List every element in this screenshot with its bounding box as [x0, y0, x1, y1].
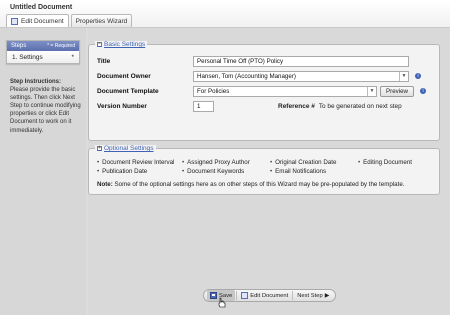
owner-label: Document Owner [97, 72, 151, 80]
main-content: − Basic Settings Title Personal Time Off… [88, 28, 450, 315]
arrow-right-icon: ▶ [324, 293, 330, 299]
list-item: Editing Document [358, 159, 438, 166]
optional-settings-panel: + Optional Settings Document Review Inte… [88, 145, 440, 195]
list-item: Publication Date [97, 168, 182, 175]
owner-row: Document Owner Hansen, Tom (Accounting M… [97, 70, 421, 82]
optional-settings-list: Document Review Interval Assigned Proxy … [97, 159, 437, 175]
step-label: 1. Settings [12, 53, 43, 61]
list-item: Assigned Proxy Author [182, 159, 270, 166]
collapse-icon[interactable]: − [97, 42, 102, 47]
basic-settings-panel: − Basic Settings Title Personal Time Off… [88, 41, 440, 141]
next-step-button[interactable]: Next Step ▶ [294, 290, 332, 301]
required-legend: * = Required [47, 43, 75, 49]
version-label: Version Number [97, 102, 147, 110]
info-icon[interactable]: i [420, 88, 427, 94]
steps-panel: Steps * = Required 1. Settings * [6, 40, 80, 64]
hand-cursor-icon [218, 297, 226, 308]
reference-value: To be generated on next step [318, 102, 402, 110]
next-step-label: Next Step [297, 292, 323, 299]
list-item: Original Creation Date [270, 159, 358, 166]
template-value: For Policies [197, 87, 230, 95]
title-input[interactable]: Personal Time Off (PTO) Policy [193, 55, 409, 67]
owner-value: Hansen, Tom (Accounting Manager) [197, 72, 296, 80]
floppy-disk-icon [210, 292, 217, 299]
expand-icon[interactable]: + [97, 146, 102, 151]
toolbar-divider [292, 291, 294, 300]
basic-settings-title: Basic Settings [104, 41, 146, 48]
template-row: Document Template For Policies ▼ Preview… [97, 85, 427, 97]
sidebar: Steps * = Required 1. Settings * Step In… [0, 28, 86, 315]
tab-edit-document[interactable]: Edit Document [6, 14, 69, 27]
note-label: Note: [97, 181, 113, 188]
chevron-down-icon: ▼ [367, 86, 376, 96]
version-input[interactable]: 1 [193, 100, 214, 112]
list-item: Email Notifications [270, 168, 358, 175]
tab-edit-document-label: Edit Document [21, 17, 64, 25]
tab-properties-wizard[interactable]: Properties Wizard [70, 14, 133, 27]
document-title: Untitled Document [10, 4, 73, 11]
owner-select[interactable]: Hansen, Tom (Accounting Manager) ▼ [193, 70, 409, 82]
version-row: Version Number 1 Reference # To be gener… [97, 100, 402, 112]
document-icon [11, 17, 18, 25]
preview-button[interactable]: Preview [380, 85, 415, 97]
title-row: Title Personal Time Off (PTO) Policy [97, 55, 409, 67]
template-select[interactable]: For Policies ▼ [193, 85, 377, 97]
note-text: Some of the optional settings here as on… [114, 181, 405, 188]
document-icon [241, 292, 249, 299]
step-item-settings[interactable]: 1. Settings * [7, 51, 79, 63]
optional-settings-title: Optional Settings [104, 145, 154, 152]
list-item: Document Keywords [182, 168, 270, 175]
edit-document-label: Edit Document [250, 292, 289, 299]
edit-document-button[interactable]: Edit Document [238, 290, 291, 301]
list-item: Document Review Interval [97, 159, 182, 166]
required-marker: * [71, 53, 74, 61]
top-header: Untitled Document Edit Document Properti… [0, 0, 450, 28]
reference-label: Reference # [278, 102, 315, 110]
chevron-down-icon: ▼ [399, 71, 408, 81]
tab-bar: Edit Document Properties Wizard [6, 14, 134, 27]
template-label: Document Template [97, 87, 159, 95]
optional-settings-header[interactable]: + Optional Settings [95, 145, 156, 152]
title-label: Title [97, 57, 111, 65]
instructions-text: Please provide the basic settings. Then … [10, 87, 81, 134]
step-instructions: Step Instructions: Please provide the ba… [10, 78, 82, 135]
instructions-title: Step Instructions: [10, 79, 62, 85]
basic-settings-header[interactable]: − Basic Settings [95, 41, 148, 48]
info-icon[interactable]: i [415, 73, 421, 79]
optional-note: Note: Some of the optional settings here… [97, 181, 405, 188]
tab-properties-wizard-label: Properties Wizard [75, 17, 128, 25]
toolbar-divider [236, 291, 238, 300]
steps-title: Steps [11, 43, 27, 49]
steps-header: Steps * = Required [7, 41, 79, 51]
